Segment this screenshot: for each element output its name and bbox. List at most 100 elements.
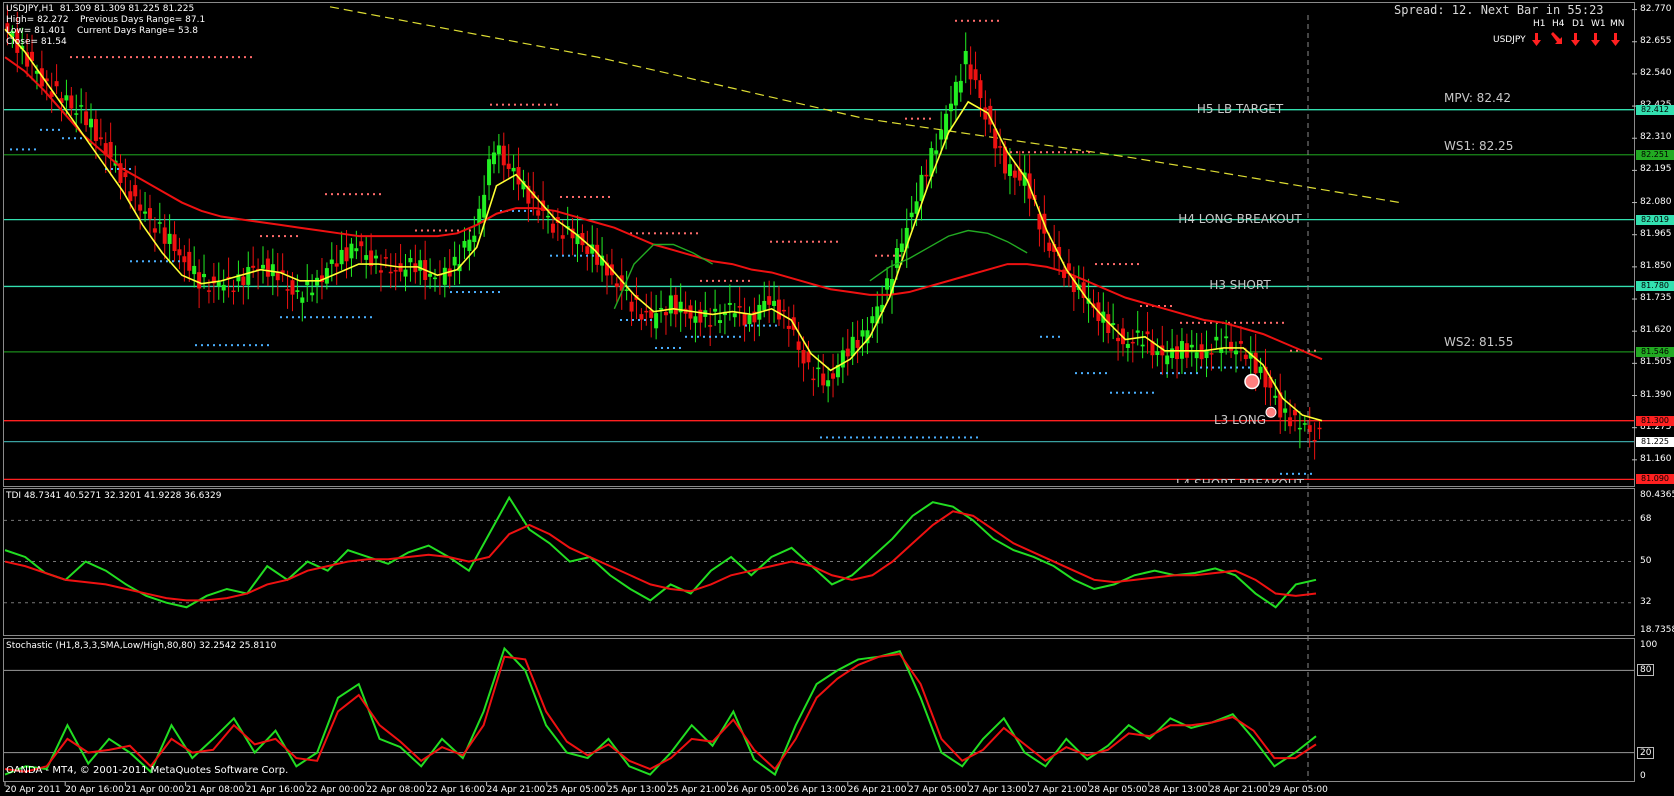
dot bbox=[678, 232, 680, 235]
dot bbox=[148, 260, 150, 263]
candle-body bbox=[659, 308, 664, 310]
candle-body bbox=[772, 300, 777, 306]
candle-body bbox=[958, 80, 963, 93]
dot bbox=[899, 254, 901, 257]
candle-body bbox=[300, 297, 305, 303]
dot bbox=[260, 235, 262, 238]
candle-body bbox=[718, 320, 723, 323]
pivot-label: WS2: 81.55 bbox=[1444, 334, 1514, 349]
dot bbox=[1046, 335, 1048, 338]
dot bbox=[1152, 391, 1154, 394]
dot bbox=[231, 344, 233, 347]
dot bbox=[166, 56, 168, 59]
candle-body bbox=[845, 348, 850, 357]
dot bbox=[88, 56, 90, 59]
candle-body bbox=[374, 255, 379, 259]
dot bbox=[1314, 349, 1316, 352]
dot bbox=[578, 195, 580, 198]
candle-body bbox=[1007, 164, 1012, 176]
candle-body bbox=[973, 69, 978, 81]
date-axis-label: 20 Apr 16:00 bbox=[65, 785, 124, 795]
candle-body bbox=[1224, 336, 1229, 339]
candle-body bbox=[668, 295, 673, 314]
dot bbox=[1046, 151, 1048, 154]
chart-canvas[interactable] bbox=[0, 0, 1674, 796]
dot bbox=[709, 335, 711, 338]
candle-body bbox=[948, 103, 953, 112]
dot bbox=[1286, 472, 1288, 475]
dot bbox=[520, 103, 522, 106]
dot bbox=[130, 260, 132, 263]
dot bbox=[928, 436, 930, 439]
dot bbox=[1075, 372, 1077, 375]
price-axis-label: 81.160 bbox=[1640, 453, 1672, 464]
tdi-axis-label: 18.7358 bbox=[1640, 625, 1674, 635]
dot bbox=[910, 436, 912, 439]
candle-body bbox=[953, 81, 958, 106]
dot bbox=[800, 240, 802, 243]
dot bbox=[284, 235, 286, 238]
dot bbox=[178, 56, 180, 59]
dot bbox=[961, 19, 963, 22]
dot bbox=[1198, 321, 1200, 324]
dot bbox=[958, 436, 960, 439]
dot bbox=[1246, 321, 1248, 324]
dot bbox=[1052, 335, 1054, 338]
tdi-label: TDI 48.7341 40.5271 32.3201 41.9228 36.6… bbox=[6, 491, 222, 501]
dot bbox=[439, 229, 441, 232]
tdi-axis-label: 80.4365 bbox=[1640, 490, 1674, 500]
dot bbox=[584, 195, 586, 198]
dot bbox=[266, 235, 268, 238]
candle-body bbox=[585, 246, 590, 254]
dot bbox=[955, 19, 957, 22]
level-label: L4 SHORT BREAKOUT bbox=[1150, 477, 1330, 483]
dot bbox=[480, 291, 482, 294]
candle-body bbox=[919, 174, 924, 201]
dot bbox=[355, 193, 357, 196]
dot bbox=[298, 316, 300, 319]
candle-body bbox=[1116, 337, 1121, 342]
candle-body bbox=[305, 281, 310, 286]
dot bbox=[296, 235, 298, 238]
dot bbox=[1058, 151, 1060, 154]
dot bbox=[154, 56, 156, 59]
dot bbox=[794, 240, 796, 243]
dot bbox=[952, 436, 954, 439]
candle-body bbox=[246, 267, 251, 285]
dot bbox=[129, 167, 131, 170]
price-axis-label: 82.770 bbox=[1640, 3, 1672, 14]
dot bbox=[769, 324, 771, 327]
candle-body bbox=[885, 278, 890, 290]
dot bbox=[636, 232, 638, 235]
candle-body bbox=[1165, 355, 1170, 365]
dot bbox=[1140, 305, 1142, 308]
dot bbox=[310, 316, 312, 319]
stoch-red-line bbox=[4, 652, 1317, 773]
dot bbox=[1282, 321, 1284, 324]
dot bbox=[106, 56, 108, 59]
dot bbox=[550, 103, 552, 106]
down-arrow-icon bbox=[1591, 33, 1600, 46]
dot bbox=[1113, 263, 1115, 266]
dot bbox=[1280, 472, 1282, 475]
dot bbox=[1186, 321, 1188, 324]
dot bbox=[142, 56, 144, 59]
sma-yellow-line bbox=[4, 28, 1323, 422]
dot bbox=[524, 209, 526, 212]
dot bbox=[832, 436, 834, 439]
tdi-green-line bbox=[4, 495, 1317, 609]
dot bbox=[715, 335, 717, 338]
dot bbox=[979, 19, 981, 22]
dot bbox=[136, 260, 138, 263]
dot bbox=[364, 316, 366, 319]
candle-body bbox=[88, 118, 93, 128]
dot bbox=[1022, 151, 1024, 154]
dot bbox=[40, 128, 42, 131]
date-axis-label: 22 Apr 16:00 bbox=[426, 785, 486, 795]
dot bbox=[586, 254, 588, 257]
dot bbox=[457, 229, 459, 232]
candle-body bbox=[1189, 344, 1194, 348]
dot bbox=[195, 344, 197, 347]
dot bbox=[334, 316, 336, 319]
dot bbox=[881, 254, 883, 257]
